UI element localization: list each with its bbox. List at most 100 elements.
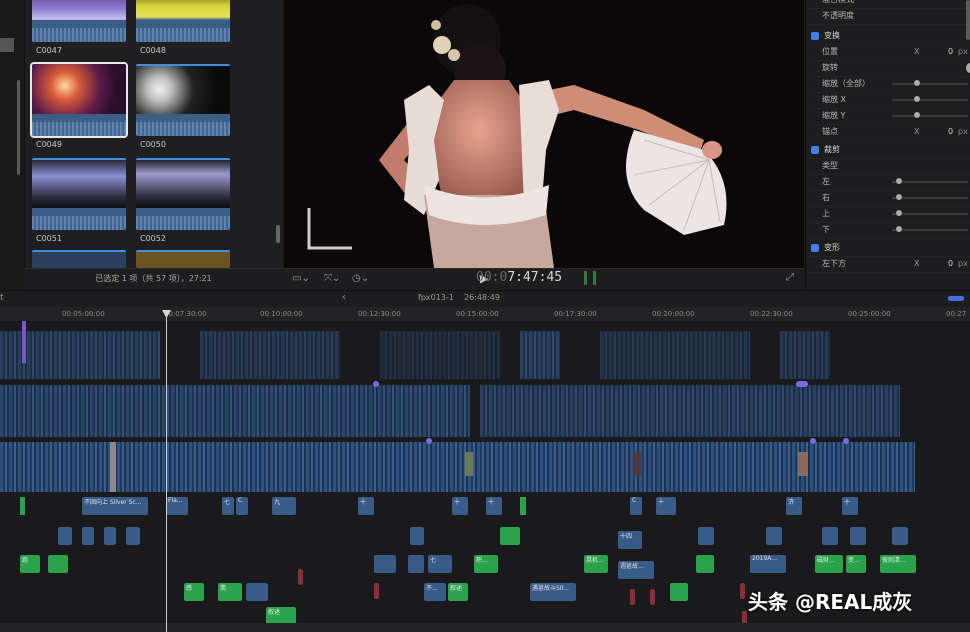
- slider-knob[interactable]: [896, 178, 902, 184]
- title-clip[interactable]: 济: [786, 497, 802, 515]
- title-clip[interactable]: 九: [272, 497, 296, 515]
- inspector-row-left[interactable]: 左: [806, 174, 970, 191]
- connected-clip-group[interactable]: [780, 331, 830, 379]
- inspector-row-scale-x[interactable]: 缩放 X: [806, 92, 970, 109]
- clip-thumbnail-small[interactable]: [633, 452, 641, 476]
- connected-clip-group[interactable]: [380, 331, 500, 379]
- timeline-scrollbar[interactable]: [0, 623, 970, 632]
- crop-top-slider[interactable]: [892, 210, 968, 216]
- title-clip[interactable]: 十: [656, 497, 676, 515]
- marker-clip[interactable]: [22, 321, 26, 363]
- audio-clip[interactable]: [48, 555, 68, 573]
- slider-knob[interactable]: [914, 96, 920, 102]
- slider-knob[interactable]: [896, 226, 902, 232]
- inspector-row-top[interactable]: 上: [806, 206, 970, 223]
- sidebar-scrollbar[interactable]: [17, 80, 20, 175]
- inspector-value[interactable]: 0: [948, 44, 953, 60]
- back-arrow-icon[interactable]: ‹: [342, 292, 346, 303]
- connected-clip-group[interactable]: [200, 331, 340, 379]
- effect-clip[interactable]: [298, 569, 303, 585]
- inspector-section-distort[interactable]: 变形: [806, 240, 970, 257]
- connected-clip-group[interactable]: [600, 331, 750, 379]
- connected-clip-group[interactable]: [480, 385, 900, 437]
- slider-knob[interactable]: [896, 194, 902, 200]
- transform-tools-icon[interactable]: ⤧⌄: [324, 273, 340, 284]
- inspector-row-position[interactable]: 位置 X 0 px: [806, 44, 970, 61]
- title-clip[interactable]: 十四: [618, 531, 642, 549]
- inspector-section-crop[interactable]: 裁剪: [806, 142, 970, 159]
- marker-icon[interactable]: [810, 438, 816, 444]
- effect-clip[interactable]: [740, 583, 745, 599]
- title-clip[interactable]: [104, 527, 116, 545]
- slider-knob[interactable]: [914, 112, 920, 118]
- title-clip[interactable]: [892, 527, 908, 545]
- title-clip[interactable]: 遇甚故斗SIl...: [530, 583, 576, 601]
- title-clip[interactable]: 七: [222, 497, 234, 515]
- inspector-row-bottom[interactable]: 下: [806, 222, 970, 239]
- effect-clip[interactable]: [630, 589, 635, 605]
- title-clip[interactable]: [850, 527, 866, 545]
- marker-icon[interactable]: [843, 438, 849, 444]
- effect-clip[interactable]: [650, 589, 655, 605]
- slider-knob[interactable]: [896, 210, 902, 216]
- clip-thumbnail[interactable]: C0050: [136, 64, 230, 149]
- scale-y-slider[interactable]: [892, 112, 968, 118]
- inspector-value[interactable]: 0: [948, 256, 953, 272]
- audio-clip[interactable]: [20, 497, 25, 515]
- audio-clip[interactable]: [520, 497, 526, 515]
- connected-clip-group[interactable]: [0, 385, 470, 437]
- slider-knob[interactable]: [914, 80, 920, 86]
- scale-x-slider[interactable]: [892, 96, 968, 102]
- clip-thumbnail[interactable]: C0052: [136, 158, 230, 243]
- marker-icon[interactable]: [796, 381, 808, 387]
- audio-clip[interactable]: 晃机...: [584, 555, 608, 573]
- title-clip[interactable]: 十: [486, 497, 502, 515]
- title-clip[interactable]: [58, 527, 72, 545]
- inspector-value[interactable]: 0: [948, 124, 953, 140]
- inspector-row-right[interactable]: 右: [806, 190, 970, 207]
- audio-clip[interactable]: [500, 527, 520, 545]
- title-clip[interactable]: [246, 583, 268, 601]
- inspector-row-type[interactable]: 类型: [806, 158, 970, 175]
- title-clip[interactable]: [408, 555, 424, 573]
- title-clip[interactable]: [766, 527, 782, 545]
- playhead[interactable]: [166, 310, 167, 632]
- title-clip[interactable]: [374, 555, 396, 573]
- clip-thumbnail-small[interactable]: [798, 452, 808, 476]
- checkbox-icon[interactable]: [811, 244, 819, 252]
- audio-clip[interactable]: 彼则清...: [880, 555, 916, 573]
- clip-thumbnail-small[interactable]: [465, 452, 473, 476]
- clip-thumbnail[interactable]: C0051: [32, 158, 126, 243]
- connected-clip-group[interactable]: [520, 331, 560, 379]
- checkbox-icon[interactable]: [811, 146, 819, 154]
- clip-thumbnail[interactable]: C0048: [136, 0, 230, 55]
- title-clip[interactable]: 不固向上 Silver Sc...: [82, 497, 148, 515]
- index-toggle-icon[interactable]: t: [0, 293, 4, 303]
- gap-clip[interactable]: [110, 442, 116, 492]
- inspector-row-anchor[interactable]: 锚点 X 0 px: [806, 124, 970, 141]
- crop-left-slider[interactable]: [892, 178, 968, 184]
- audio-clip[interactable]: 叙述: [448, 583, 468, 601]
- title-clip[interactable]: [698, 527, 714, 545]
- title-clip[interactable]: Fla...: [166, 497, 188, 515]
- primary-storyline[interactable]: [0, 442, 915, 492]
- inspector-section-transform[interactable]: 变换: [806, 28, 970, 45]
- title-clip[interactable]: 不...: [424, 583, 446, 601]
- title-clip[interactable]: C: [630, 497, 642, 515]
- title-clip[interactable]: C: [236, 497, 248, 515]
- inspector-scrollbar[interactable]: [966, 0, 970, 40]
- timeline-ruler[interactable]: 00:05:00:00 00:07:30:00 00:10:00:00 00:1…: [0, 307, 970, 321]
- rotation-dial[interactable]: [966, 63, 970, 73]
- audio-clip[interactable]: [696, 555, 714, 573]
- clip-thumbnail[interactable]: C0047: [32, 0, 126, 55]
- marker-icon[interactable]: [373, 381, 379, 387]
- audio-clip[interactable]: [670, 583, 688, 601]
- sidebar-toggle[interactable]: [0, 38, 14, 52]
- title-clip[interactable]: [82, 527, 94, 545]
- speed-icon[interactable]: ◷⌄: [352, 273, 369, 284]
- title-clip[interactable]: [410, 527, 424, 545]
- clip-thumbnail[interactable]: [32, 250, 126, 268]
- browser-scrollbar[interactable]: [276, 225, 280, 243]
- audio-clip[interactable]: 感: [184, 583, 204, 601]
- title-clip[interactable]: [126, 527, 140, 545]
